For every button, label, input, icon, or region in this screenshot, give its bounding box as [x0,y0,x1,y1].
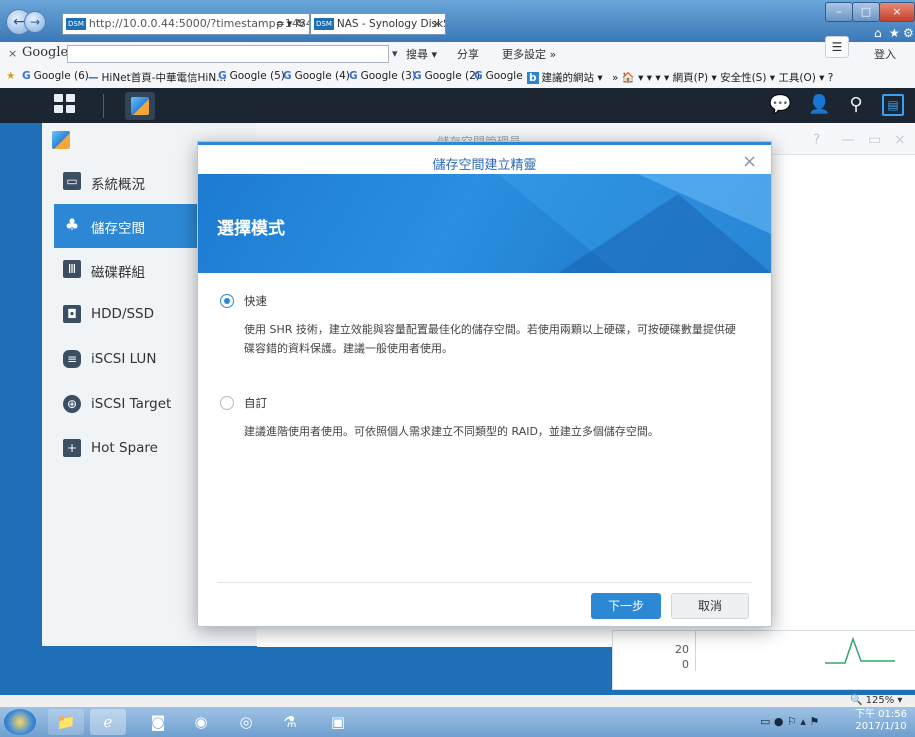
wizard-header: 儲存空間建立精靈 × [198,142,771,177]
favorite-item[interactable]: G Google (3) [349,70,416,82]
wizard-close-icon[interactable]: × [742,151,757,172]
target-icon: ⊕ [63,395,81,413]
favorite-item[interactable]: G Google (2) [413,70,480,82]
widgets-icon[interactable]: ▤ [882,94,904,116]
storage-pool-icon: ♣ [64,215,80,234]
usage-chart-widget: 20 0 [612,630,915,690]
google-more-settings[interactable]: 更多設定 » [502,46,556,62]
google-logo: Google [22,45,69,60]
home-icon[interactable]: ⌂ [874,26,882,40]
custom-mode-label[interactable]: 自訂 [244,395,267,411]
favorite-item[interactable]: G Google (4) [283,70,350,82]
view-toggle-button[interactable]: ☰ [825,36,849,58]
wizard-banner: 選擇模式 [198,174,771,273]
minimize-icon[interactable]: — [841,132,855,148]
taskbar-divider [103,94,104,118]
close-icon[interactable]: × [894,132,906,148]
app-icon[interactable]: ⚗ [272,709,308,735]
sidebar-item-label: 磁碟群組 [91,265,145,281]
sidebar-item-label: 系統概況 [91,177,145,193]
favorites-star-icon[interactable]: ★ [889,26,900,40]
y-tick-label: 0 [682,658,689,671]
chat-icon[interactable]: 💬 [769,94,791,116]
sidebar-item-label: Hot Spare [91,440,158,456]
storage-manager-taskbar-icon[interactable] [125,92,155,120]
google-search-button[interactable]: 搜尋 ▾ [406,46,437,62]
start-button[interactable] [4,709,36,735]
wizard-title: 儲存空間建立精靈 [432,158,537,173]
chrome-icon[interactable]: ◉ [183,709,219,735]
google-share-button[interactable]: 分享 [457,46,479,62]
quick-mode-radio[interactable] [220,294,234,308]
custom-mode-description: 建議進階使用者使用。可依照個人需求建立不同類型的 RAID，並建立多個儲存空間。 [244,425,659,438]
outlook-icon[interactable]: ◙ [140,709,176,735]
wizard-step-title: 選擇模式 [217,219,285,239]
browser-tab[interactable]: DSMNAS - Synology DiskStati... × [310,13,446,35]
ie-command-bar[interactable]: » 🏠 ▾ ▾ ▾ ▾ 網頁(P) ▾ 安全性(S) ▾ 工具(O) ▾ ? [612,70,833,85]
create-storage-wizard: 儲存空間建立精靈 × 選擇模式 快速 使用 SHR 技術，建立效能與容量配置最佳… [197,141,772,627]
browser-title-bar: ← → DSM http://10.0.0.44:5000/?timestamp=… [0,0,915,42]
cancel-button[interactable]: 取消 [671,593,749,619]
favorite-item[interactable]: G Google [474,70,523,82]
clock-date: 2017/1/10 [855,721,907,732]
clock[interactable]: 下午 01:56 2017/1/10 [855,709,907,733]
dsm-favicon: DSM [314,18,334,30]
help-icon[interactable]: ? [813,132,820,148]
y-tick-label: 20 [675,643,689,656]
quick-mode-description: 使用 SHR 技術，建立效能與容量配置最佳化的儲存空間。若使用兩顆以上硬碟，可按… [244,323,736,355]
favorite-item[interactable]: G Google (6) [22,70,89,82]
google-signin-link[interactable]: 登入 [874,46,896,62]
next-button[interactable]: 下一步 [591,593,661,619]
search-dropdown-icon[interactable]: ▾ [392,47,398,60]
sidebar-item-label: 儲存空間 [91,221,145,237]
dsm-taskbar: 💬 👤 ⚲ ▤ [0,88,915,123]
explorer-icon[interactable]: 📁 [48,709,84,735]
clock-time: 下午 01:56 [855,709,907,720]
disk-group-icon: Ⅲ [63,260,81,278]
dsm-main-menu-icon[interactable] [54,94,78,116]
quick-mode-label[interactable]: 快速 [244,293,267,309]
favorite-item[interactable]: G Google (5) [218,70,285,82]
chart-line [825,636,895,664]
favorite-item[interactable]: b 建議的網站 ▾ [527,70,603,85]
sidebar-item-label: iSCSI Target [91,396,172,412]
tab-close-icon[interactable]: × [432,14,441,34]
favorites-star-icon[interactable]: ★ [6,70,15,82]
hdd-icon: ◘ [63,305,81,323]
custom-mode-radio[interactable] [220,396,234,410]
lun-icon: ≡ [63,350,81,368]
overview-icon: ▭ [63,172,81,190]
favorites-bar: ★ G Google (6) — HiNet首頁-中華電信HiN... G Googl… [0,66,915,89]
google-toolbar: × Google ▾ 搜尋 ▾ 分享 更多設定 » 登入 [0,42,915,67]
search-icon[interactable]: ⚲ [845,94,867,116]
windows-taskbar: 📁 ℯ ◙ ◉ ◎ ⚗ ▣ ▭ ● ⚐ ▴ ⚑ 下午 01:56 2017/1/… [0,707,915,737]
google-search-input[interactable] [67,45,389,63]
hot-spare-icon: + [63,439,81,457]
maximize-icon[interactable]: ▭ [868,132,881,148]
app-icon[interactable]: ▣ [320,709,356,735]
app-icon[interactable]: ◎ [228,709,264,735]
storage-manager-app-icon [52,131,70,149]
google-toolbar-close-icon[interactable]: × [8,47,17,60]
sidebar-item-label: iSCSI LUN [91,351,157,367]
minimize-button[interactable]: – [825,2,853,22]
internet-explorer-icon[interactable]: ℯ [90,709,126,735]
tab-title: NAS - Synology DiskStati... [336,18,445,30]
footer-divider [217,582,752,583]
sidebar-item-label: HDD/SSD [91,306,155,322]
close-window-button[interactable]: × [879,2,915,22]
address-bar[interactable]: DSMhttp://10.0.0.44:5000/?timestamp=1484… [62,13,310,35]
forward-button[interactable]: → [24,11,46,33]
user-icon[interactable]: 👤 [808,94,830,116]
address-controls[interactable]: ρ ▾ ↻ [276,14,305,34]
maximize-button[interactable]: □ [852,2,880,22]
dsm-favicon: DSM [66,18,86,30]
settings-gear-icon[interactable]: ⚙ [903,26,914,40]
ie-status-bar: 🔍 125% ▾ [0,695,915,707]
favorite-item[interactable]: — HiNet首頁-中華電信HiN... [88,70,226,85]
system-tray[interactable]: ▭ ● ⚐ ▴ ⚑ [760,715,819,728]
zoom-level[interactable]: 🔍 125% ▾ [850,695,902,706]
